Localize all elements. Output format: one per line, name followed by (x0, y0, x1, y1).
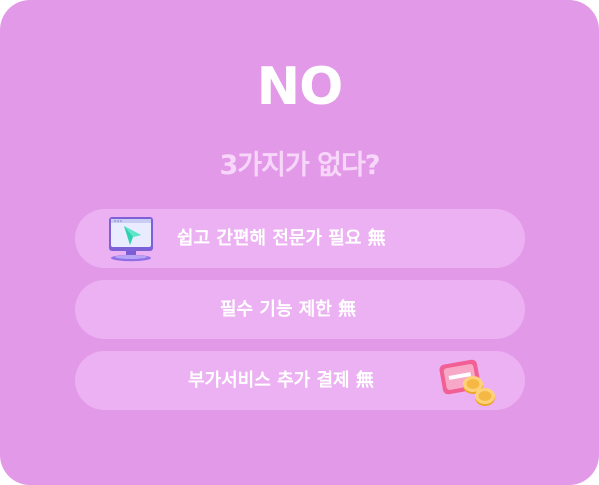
card-coins-icon (439, 359, 495, 406)
list-item-label: 필수 기능 제한 無 (220, 299, 357, 320)
monitor-cursor-icon (109, 217, 153, 262)
list-item-no-extra-payment: 부가서비스 추가 결제 無 (75, 351, 525, 410)
list-item-no-feature-limits: 필수 기능 제한 無 (75, 280, 525, 339)
list-item-label: 쉽고 간편해 전문가 필요 無 (177, 228, 386, 249)
list-item-label: 부가서비스 추가 결제 無 (188, 370, 374, 391)
list-item-easy-setup: 쉽고 간편해 전문가 필요 無 (75, 209, 525, 268)
no-card: NO 3가지가 없다? 쉽고 간편해 전문가 필요 無 필수 기능 제한 無 부… (0, 0, 599, 485)
page-subtitle: 3가지가 없다? (219, 150, 380, 181)
page-title: NO (256, 57, 344, 117)
